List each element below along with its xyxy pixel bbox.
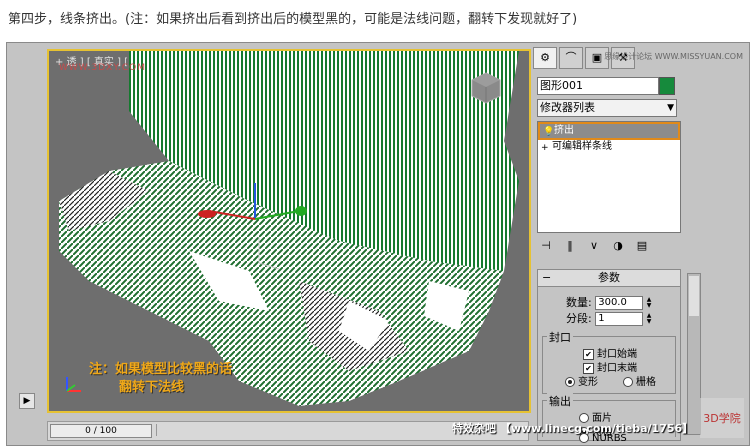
stack-item-editable-spline[interactable]: + 可编辑样条线 xyxy=(538,140,680,154)
configure-sets-icon[interactable]: ▤ xyxy=(633,237,651,255)
3d-academy-logo: 3D学院 xyxy=(700,398,744,438)
scrollbar-thumb[interactable] xyxy=(689,276,699,316)
output-group-title: 输出 xyxy=(547,393,573,409)
morph-label: 变形 xyxy=(578,377,598,388)
lightbulb-icon[interactable]: 💡 xyxy=(543,125,554,139)
show-end-result-icon[interactable]: ‖ xyxy=(561,237,579,255)
article-caption: 第四步，线条挤出。(注：如果挤出后看到挤出后的模型黑的，可能是法线问题，翻转下发… xyxy=(8,12,578,27)
rollout-title: 参数 xyxy=(598,271,620,284)
modify-tab-gear-icon[interactable]: ⚙ xyxy=(533,47,557,69)
amount-row: 数量: 300.0 ▲ ▼ xyxy=(566,294,655,310)
time-slider[interactable]: 0 / 100 xyxy=(50,424,152,438)
orange-note: 注：如果模型比较黑的话 翻转下法线 xyxy=(89,361,232,397)
modifier-list-label: 修改器列表 xyxy=(540,101,595,114)
parameters-rollout-header[interactable]: − 参数 xyxy=(538,270,680,287)
object-color-swatch[interactable] xyxy=(659,77,675,95)
cap-group: 封口 ✔ 封口始端 ✔ 封口末端 变形 栅格 xyxy=(542,329,676,394)
cap-end-checkbox[interactable]: ✔ 封口末端 xyxy=(583,359,637,374)
amount-spinner[interactable]: 300.0 xyxy=(595,296,644,310)
morph-radio[interactable]: 变形 xyxy=(565,373,598,388)
segments-row: 分段: 1 ▲ ▼ xyxy=(566,310,655,326)
max-window: + 透 ] [ 真实 ] [ WWW.3DXY.COM 注：如果模型比较黑的话 … xyxy=(6,42,750,446)
logo-text: 3D学院 xyxy=(703,411,740,425)
amount-label: 数量: xyxy=(566,296,592,309)
cap-start-checkbox[interactable]: ✔ 封口始端 xyxy=(583,345,637,360)
make-unique-icon[interactable]: ∨ xyxy=(585,237,603,255)
watermark-3dxy: WWW.3DXY.COM xyxy=(59,63,147,73)
stack-toolbar: ⊣ ‖ ∨ ◑ ▤ xyxy=(537,237,679,255)
missyuan-watermark: 思缘设计论坛 WWW.MISSYUAN.COM xyxy=(604,52,743,61)
panel-scrollbar[interactable] xyxy=(687,273,701,435)
extruded-mesh-render xyxy=(59,51,519,406)
stack-item-extrude[interactable]: 💡 挤出 xyxy=(538,122,680,140)
stack-item-label: 可编辑样条线 xyxy=(552,141,612,152)
hierarchy-tab-arc-icon[interactable]: ⌒ xyxy=(559,47,583,69)
modifier-stack[interactable]: 💡 挤出 + 可编辑样条线 xyxy=(537,121,681,233)
collapse-icon: − xyxy=(542,271,552,284)
checkbox-checked-icon: ✔ xyxy=(583,348,594,360)
cap-group-title: 封口 xyxy=(547,329,573,345)
remove-modifier-icon[interactable]: ◑ xyxy=(609,237,627,255)
spinner-arrows-icon[interactable]: ▲ ▼ xyxy=(647,297,655,309)
spinner-arrows-icon[interactable]: ▲ ▼ xyxy=(647,313,655,325)
grid-radio[interactable]: 栅格 xyxy=(623,373,656,388)
segments-spinner[interactable]: 1 xyxy=(595,312,644,326)
chevron-down-icon: ▼ xyxy=(667,103,674,113)
play-icon[interactable]: ▶ xyxy=(19,393,35,409)
perspective-viewport[interactable]: + 透 ] [ 真实 ] [ WWW.3DXY.COM 注：如果模型比较黑的话 … xyxy=(47,49,531,413)
checkbox-checked-icon: ✔ xyxy=(583,362,594,374)
grid-label: 栅格 xyxy=(636,377,656,388)
command-panel: ⚙ ⌒ ▣ ⚒ 思缘设计论坛 WWW.MISSYUAN.COM 图形001 修改… xyxy=(531,47,747,444)
radio-off-icon xyxy=(623,377,633,387)
object-name-field[interactable]: 图形001 xyxy=(537,77,659,95)
note-line-2: 翻转下法线 xyxy=(119,380,185,395)
expand-plus-icon[interactable]: + xyxy=(541,141,549,155)
segments-label: 分段: xyxy=(566,312,592,325)
footer-watermark: 特效杂吧 【www.linecg.com/tieba/1756】 xyxy=(452,422,694,435)
stack-item-label: 挤出 xyxy=(554,125,574,136)
viewcube-icon[interactable] xyxy=(469,71,503,105)
pin-stack-icon[interactable]: ⊣ xyxy=(537,237,555,255)
radio-on-icon xyxy=(565,377,575,387)
parameters-rollout: − 参数 数量: 300.0 ▲ ▼ 分段: 1 ▲ ▼ 封口 ✔ 封口始端 ✔ 封口末… xyxy=(537,269,681,444)
modifier-list-dropdown[interactable]: 修改器列表 ▼ xyxy=(537,99,677,117)
note-line-1: 注：如果模型比较黑的话 xyxy=(89,362,233,377)
axis-tripod-icon xyxy=(66,377,81,392)
